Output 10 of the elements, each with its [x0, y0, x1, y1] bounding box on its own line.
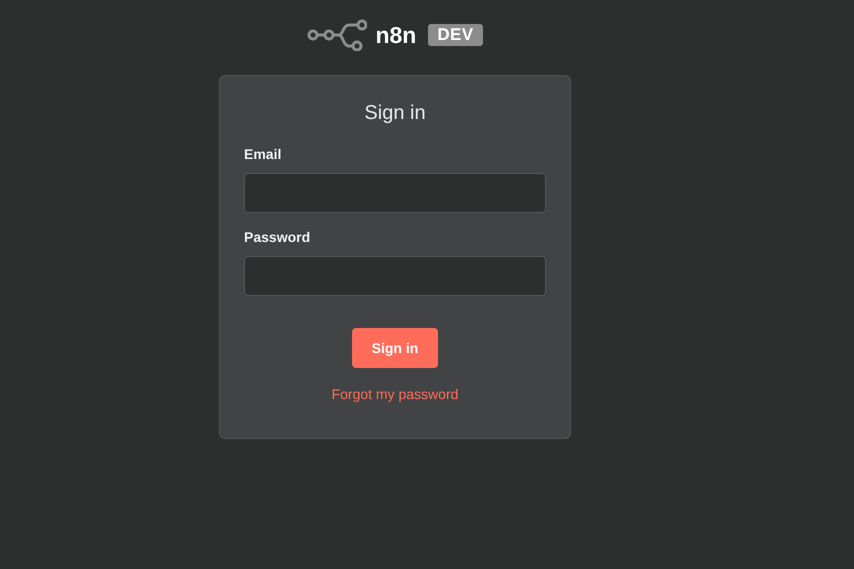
input-field[interactable]: [244, 256, 546, 296]
input-field[interactable]: [244, 173, 546, 213]
field-label: Password: [244, 229, 312, 246]
logo-text: n8n: [375, 20, 416, 50]
sign-in-button[interactable]: Sign in: [352, 328, 438, 368]
card-title: Sign in: [363, 101, 427, 126]
environment-badge: DEV: [428, 24, 483, 46]
field-label: Email: [244, 146, 282, 163]
logo-icon: [307, 19, 368, 51]
forgot-password-link[interactable]: Forgot my password: [332, 384, 458, 405]
